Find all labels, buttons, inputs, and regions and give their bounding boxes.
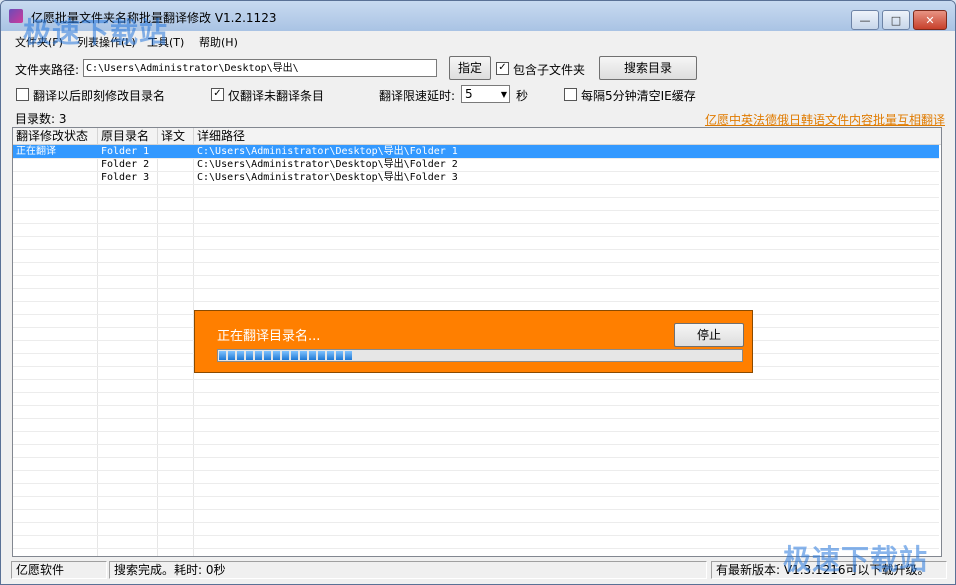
clear-cache-label: 每隔5分钟清空IE缓存 xyxy=(581,89,696,103)
grid-line xyxy=(13,418,939,419)
maximize-button[interactable]: □ xyxy=(882,10,910,30)
table-cell-path: C:\Users\Administrator\Desktop\导出\Folder… xyxy=(197,146,458,157)
table-cell-name: Folder 3 xyxy=(101,172,150,183)
chevron-down-icon: ▼ xyxy=(500,90,507,99)
table-cell-status xyxy=(13,158,101,171)
progress-segment xyxy=(318,351,325,360)
table-cell-name: Folder 1 xyxy=(101,146,150,157)
progress-segment xyxy=(345,351,352,360)
app-icon xyxy=(9,9,23,23)
delay-select[interactable]: 5 ▼ xyxy=(461,85,510,103)
grid-line xyxy=(13,262,939,263)
grid-line xyxy=(13,483,939,484)
modify-after-translate-checkbox[interactable] xyxy=(16,88,29,101)
progress-segment xyxy=(336,351,343,360)
stop-button[interactable]: 停止 xyxy=(674,323,744,347)
search-directory-button[interactable]: 搜索目录 xyxy=(599,56,697,80)
table-cell-path: C:\Users\Administrator\Desktop\导出\Folder… xyxy=(197,172,458,183)
grid-line xyxy=(13,496,939,497)
grid-line xyxy=(13,197,939,198)
progress-segment xyxy=(219,351,226,360)
grid-line xyxy=(13,405,939,406)
folder-path-input[interactable]: C:\Users\Administrator\Desktop\导出\ xyxy=(83,59,437,77)
grid-line xyxy=(97,145,98,556)
progress-segment xyxy=(264,351,271,360)
grid-line xyxy=(13,275,939,276)
delay-unit: 秒 xyxy=(516,89,529,103)
grid-line xyxy=(13,522,939,523)
grid-line xyxy=(13,223,939,224)
table-row[interactable]: Folder 2 C:\Users\Administrator\Desktop\导… xyxy=(13,158,939,171)
status-company: 亿愿软件 xyxy=(11,561,107,579)
dir-count-label: 目录数: 3 xyxy=(15,110,67,127)
promo-link[interactable]: 亿愿中英法德俄日韩语文件内容批量互相翻译 xyxy=(705,111,945,128)
status-search-result: 搜索完成。耗时: 0秒 xyxy=(109,561,707,579)
progress-segment xyxy=(228,351,235,360)
table-cell-status xyxy=(13,171,101,184)
grid-line xyxy=(13,392,939,393)
table-cell-translation xyxy=(158,171,197,184)
table-cell-path: C:\Users\Administrator\Desktop\导出\Folder… xyxy=(197,159,458,170)
path-label: 文件夹路径: xyxy=(15,63,80,77)
watermark-top: 极速下载站 xyxy=(23,16,169,49)
grid-line xyxy=(13,236,939,237)
delay-label: 翻译限速延时: xyxy=(379,89,456,103)
grid-line xyxy=(13,470,939,471)
progress-segment xyxy=(291,351,298,360)
progress-segment xyxy=(246,351,253,360)
progress-segment xyxy=(327,351,334,360)
grid-line xyxy=(13,509,939,510)
grid-line xyxy=(13,249,939,250)
close-button[interactable]: ✕ xyxy=(913,10,947,30)
grid-line xyxy=(13,535,939,536)
include-subfolders-label: 包含子文件夹 xyxy=(513,63,586,77)
progress-bar xyxy=(217,349,743,362)
list-header: 翻译修改状态 原目录名 译文 详细路径 xyxy=(13,128,941,145)
dir-count-text: 目录数: xyxy=(15,112,56,126)
progress-segment xyxy=(237,351,244,360)
progress-segment xyxy=(282,351,289,360)
grid-line xyxy=(13,457,939,458)
grid-line xyxy=(13,431,939,432)
grid-line xyxy=(13,444,939,445)
table-row[interactable]: Folder 3 C:\Users\Administrator\Desktop\导… xyxy=(13,171,939,184)
grid-line xyxy=(13,301,939,302)
menu-help[interactable]: 帮助(H) xyxy=(199,34,238,50)
progress-segment xyxy=(300,351,307,360)
column-header-path[interactable]: 详细路径 xyxy=(194,128,939,144)
progress-text: 正在翻译目录名... xyxy=(217,329,321,344)
column-header-status[interactable]: 翻译修改状态 xyxy=(13,128,98,144)
modify-after-translate-label: 翻译以后即刻修改目录名 xyxy=(33,89,166,103)
only-untranslated-checkbox[interactable]: ✓ xyxy=(211,88,224,101)
grid-line xyxy=(13,288,939,289)
clear-cache-checkbox[interactable] xyxy=(564,88,577,101)
table-cell-status: 正在翻译 xyxy=(16,146,56,157)
grid-line xyxy=(13,184,939,185)
progress-segment xyxy=(309,351,316,360)
grid-line xyxy=(13,210,939,211)
delay-value: 5 xyxy=(465,87,473,101)
table-cell-name: Folder 2 xyxy=(101,159,150,170)
progress-segment xyxy=(255,351,262,360)
include-subfolders-checkbox[interactable]: ✓ xyxy=(496,62,509,75)
table-cell-translation xyxy=(158,158,197,171)
only-untranslated-label: 仅翻译未翻译条目 xyxy=(228,89,325,103)
grid-line xyxy=(157,145,158,556)
table-cell-translation xyxy=(158,145,197,158)
grid-line xyxy=(13,379,939,380)
column-header-name[interactable]: 原目录名 xyxy=(98,128,158,144)
dir-count-value: 3 xyxy=(58,112,67,126)
progress-fill xyxy=(219,351,354,360)
minimize-button[interactable]: — xyxy=(851,10,879,30)
column-header-translation[interactable]: 译文 xyxy=(158,128,194,144)
assign-button[interactable]: 指定 xyxy=(449,56,491,80)
table-row[interactable]: 正在翻译 Folder 1 C:\Users\Administrator\Deskt… xyxy=(13,145,939,158)
progress-dialog: 正在翻译目录名... 停止 xyxy=(194,310,753,373)
app-window: 亿愿批量文件夹名称批量翻译修改 V1.2.1123 — □ ✕ 文件夹(F) 列… xyxy=(0,0,956,585)
watermark-bottom: 极速下载站 xyxy=(783,543,929,576)
progress-segment xyxy=(273,351,280,360)
